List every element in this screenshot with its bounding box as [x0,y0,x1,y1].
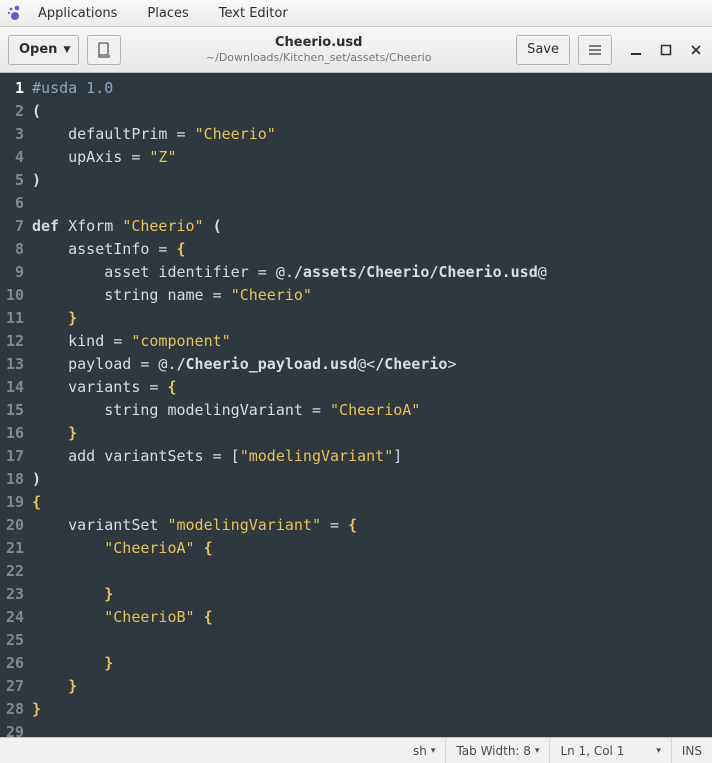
line-number: 11 [0,307,24,330]
status-bar: sh ▾ Tab Width: 8 ▾ Ln 1, Col 1 ▾ INS [0,737,712,763]
menubar-applications[interactable]: Applications [32,3,123,24]
code-line[interactable]: ( [32,100,712,123]
status-position[interactable]: Ln 1, Col 1 ▾ [549,738,670,763]
menubar-places[interactable]: Places [141,3,194,24]
line-number: 12 [0,330,24,353]
code-line[interactable]: variants = { [32,376,712,399]
line-number: 21 [0,537,24,560]
document-title: Cheerio.usd [275,36,362,50]
line-number: 8 [0,238,24,261]
line-number: 29 [0,721,24,744]
code-line[interactable]: assetInfo = { [32,238,712,261]
line-number: 5 [0,169,24,192]
document-path: ~/Downloads/Kitchen_set/assets/Cheerio [206,52,432,64]
line-number: 1 [0,77,24,100]
code-line[interactable]: upAxis = "Z" [32,146,712,169]
line-number: 22 [0,560,24,583]
close-button[interactable] [688,42,704,58]
line-number: 25 [0,629,24,652]
line-number: 13 [0,353,24,376]
open-button[interactable]: Open ▼ [8,35,79,65]
code-line[interactable]: string modelingVariant = "CheerioA" [32,399,712,422]
line-number: 20 [0,514,24,537]
line-number: 19 [0,491,24,514]
hamburger-menu-button[interactable] [578,35,612,65]
hamburger-icon [588,43,602,57]
code-line[interactable]: add variantSets = ["modelingVariant"] [32,445,712,468]
code-line[interactable]: string name = "Cheerio" [32,284,712,307]
code-line[interactable]: } [32,422,712,445]
maximize-button[interactable] [658,42,674,58]
chevron-down-icon: ▾ [656,746,661,756]
line-number: 2 [0,100,24,123]
headerbar: Open ▼ Cheerio.usd ~/Downloads/Kitchen_s… [0,27,712,73]
line-number: 10 [0,284,24,307]
editor[interactable]: 1234567891011121314151617181920212223242… [0,73,712,737]
save-button-label: Save [527,42,559,57]
new-document-button[interactable] [87,35,121,65]
status-language[interactable]: sh ▾ [403,738,445,763]
code-line[interactable]: #usda 1.0 [32,77,712,100]
code-line[interactable]: "CheerioA" { [32,537,712,560]
chevron-down-icon: ▼ [63,45,70,55]
code-line[interactable]: asset identifier = @./assets/Cheerio/Che… [32,261,712,284]
code-line[interactable]: } [32,698,712,721]
chevron-down-icon: ▾ [535,746,540,756]
code-line[interactable]: } [32,675,712,698]
save-button[interactable]: Save [516,35,570,65]
gnome-foot-icon [6,5,22,21]
line-number: 27 [0,675,24,698]
code-line[interactable]: } [32,307,712,330]
code-line[interactable]: ) [32,468,712,491]
status-tabwidth-label: Tab Width: 8 [456,744,530,758]
code-line[interactable] [32,629,712,652]
status-language-label: sh [413,744,427,758]
line-number: 17 [0,445,24,468]
code-line[interactable]: "CheerioB" { [32,606,712,629]
line-number: 7 [0,215,24,238]
new-document-icon [96,42,112,58]
chevron-down-icon: ▾ [431,746,436,756]
code-line[interactable]: ) [32,169,712,192]
open-button-label: Open [19,42,57,57]
line-number: 3 [0,123,24,146]
code-line[interactable] [32,192,712,215]
code-line[interactable]: defaultPrim = "Cheerio" [32,123,712,146]
code-area[interactable]: #usda 1.0( defaultPrim = "Cheerio" upAxi… [28,73,712,737]
line-number: 15 [0,399,24,422]
window-controls [628,42,704,58]
status-insert-mode[interactable]: INS [671,738,712,763]
status-insert-label: INS [682,744,702,758]
code-line[interactable] [32,721,712,737]
status-tabwidth[interactable]: Tab Width: 8 ▾ [445,738,549,763]
line-number-gutter: 1234567891011121314151617181920212223242… [0,73,28,737]
line-number: 23 [0,583,24,606]
desktop-menubar: Applications Places Text Editor [0,0,712,27]
line-number: 18 [0,468,24,491]
menubar-texteditor[interactable]: Text Editor [213,3,294,24]
line-number: 4 [0,146,24,169]
code-line[interactable] [32,560,712,583]
code-line[interactable]: } [32,583,712,606]
line-number: 28 [0,698,24,721]
line-number: 16 [0,422,24,445]
code-line[interactable]: kind = "component" [32,330,712,353]
status-position-label: Ln 1, Col 1 [560,744,624,758]
title-block: Cheerio.usd ~/Downloads/Kitchen_set/asse… [129,36,508,63]
minimize-button[interactable] [628,42,644,58]
code-line[interactable]: payload = @./Cheerio_payload.usd@</Cheer… [32,353,712,376]
line-number: 9 [0,261,24,284]
code-line[interactable]: def Xform "Cheerio" ( [32,215,712,238]
line-number: 14 [0,376,24,399]
code-line[interactable]: { [32,491,712,514]
line-number: 26 [0,652,24,675]
line-number: 24 [0,606,24,629]
code-line[interactable]: variantSet "modelingVariant" = { [32,514,712,537]
line-number: 6 [0,192,24,215]
code-line[interactable]: } [32,652,712,675]
